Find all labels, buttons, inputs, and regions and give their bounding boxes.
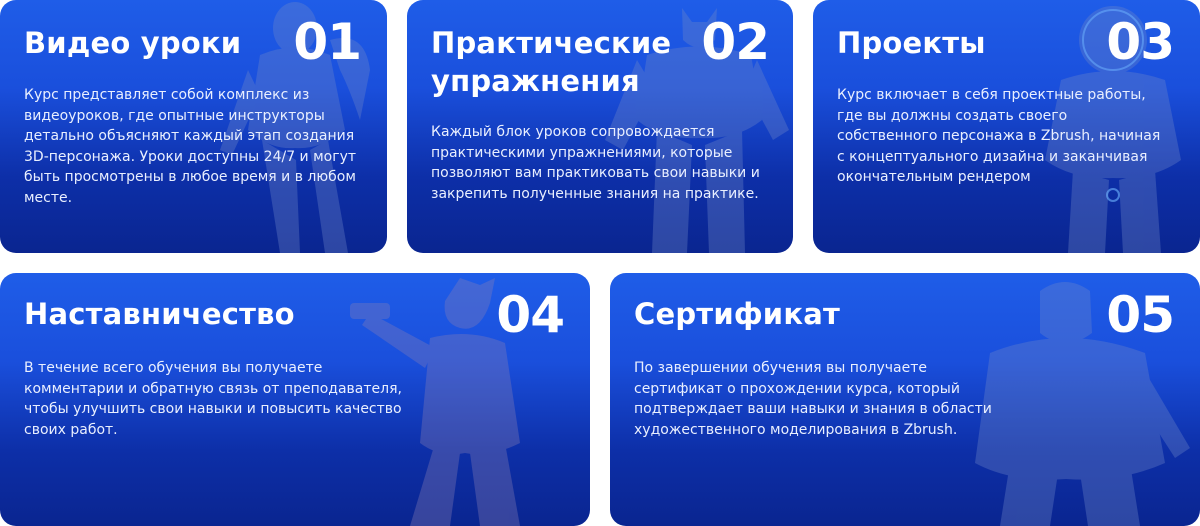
card-number: 01 — [293, 13, 362, 71]
card-number: 03 — [1106, 13, 1175, 71]
feature-card-practical-exercises: Практические упражнения 02 Каждый блок у… — [407, 0, 793, 253]
card-description: Курс включает в себя проектные работы, г… — [837, 87, 1161, 185]
card-description: Курс представляет собой комплекс из виде… — [24, 87, 357, 206]
card-title: Сертификат — [634, 297, 840, 331]
card-title: Проекты — [837, 26, 986, 60]
feature-card-projects: Проекты 03 Курс включает в себя проектны… — [813, 0, 1200, 253]
card-number: 05 — [1106, 286, 1175, 344]
card-number: 04 — [496, 286, 565, 344]
card-description: В течение всего обучения вы получаете ко… — [24, 360, 402, 438]
card-title: Наставничество — [24, 297, 295, 331]
feature-card-certificate: Сертификат 05 По завершении обучения вы … — [610, 273, 1200, 526]
card-title: Практические упражнения — [431, 26, 672, 98]
card-description: Каждый блок уроков сопровождается практи… — [431, 124, 760, 202]
card-number: 02 — [701, 13, 770, 71]
feature-card-video-lessons: Видео уроки 01 Курс представляет собой к… — [0, 0, 387, 253]
card-title: Видео уроки — [24, 26, 242, 60]
feature-card-mentorship: Наставничество 04 В течение всего обучен… — [0, 273, 590, 526]
card-description: По завершении обучения вы получаете серт… — [634, 360, 992, 438]
